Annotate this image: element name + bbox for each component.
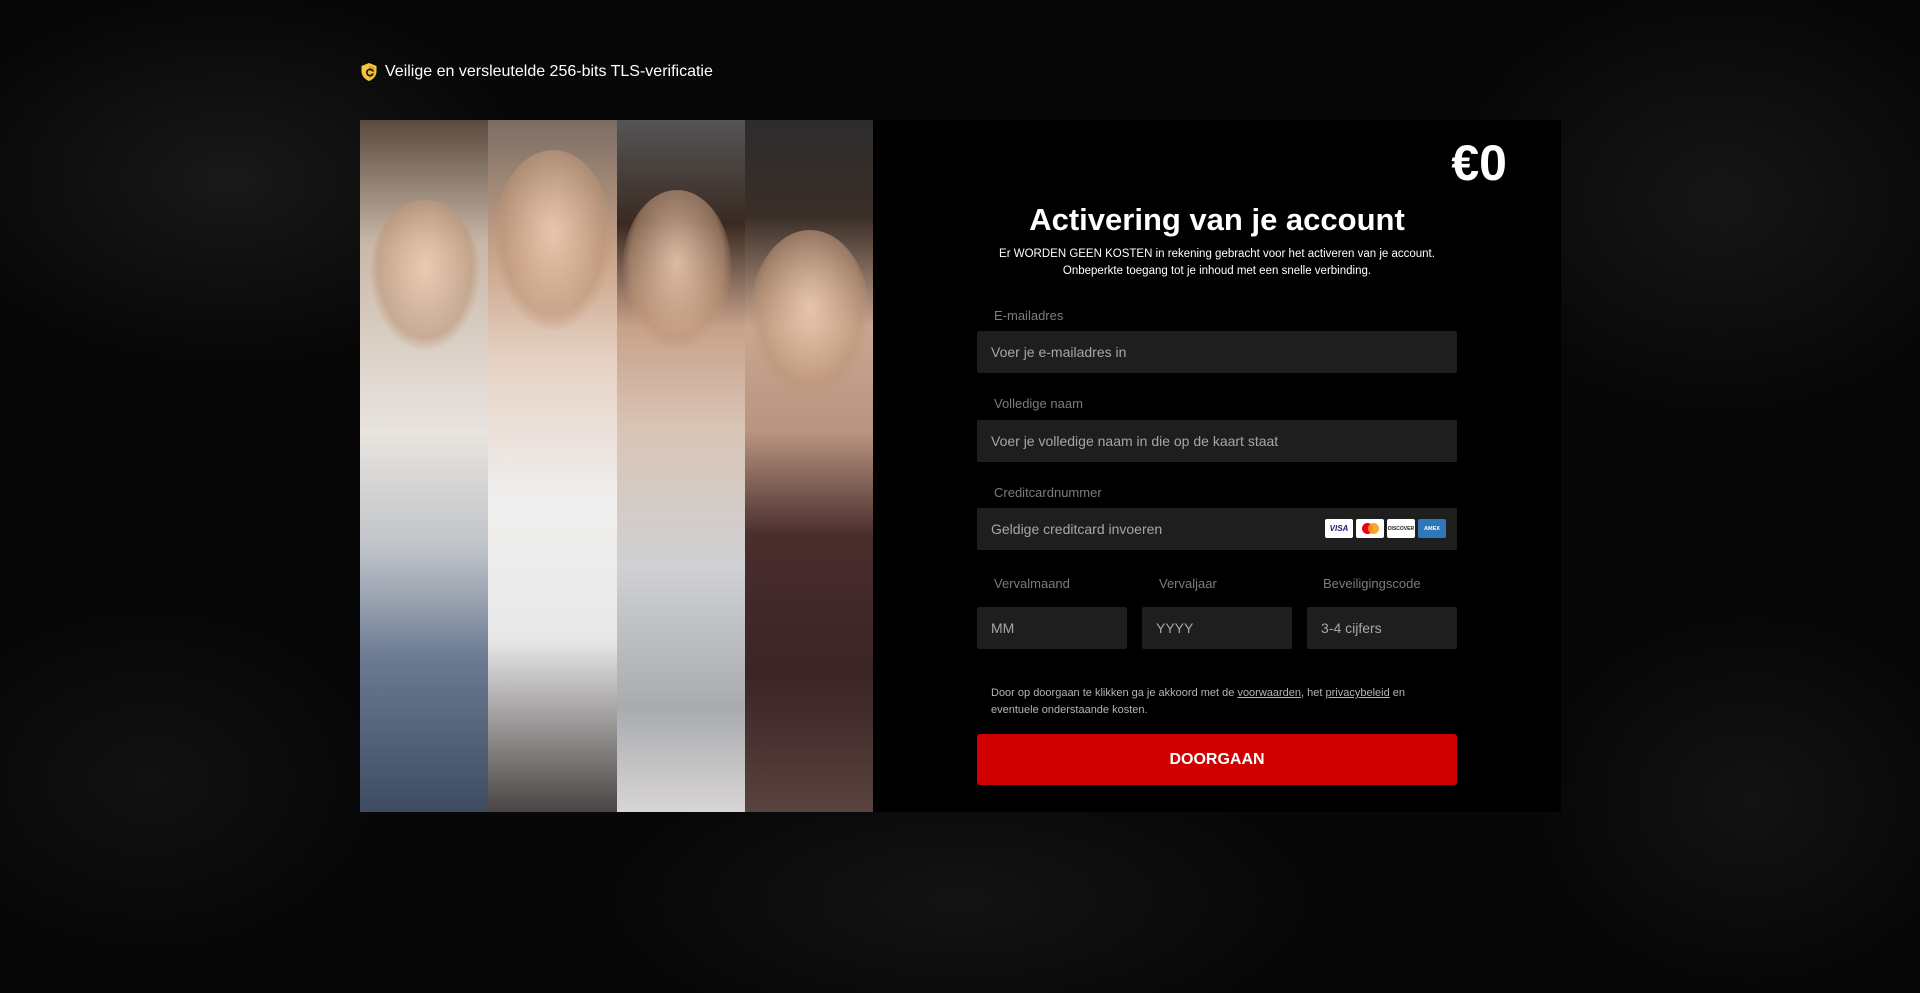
photo-woman-with-laptop bbox=[616, 120, 745, 812]
card-number-placeholder: Geldige creditcard invoeren bbox=[991, 521, 1163, 537]
form-title: Activering van je account bbox=[1029, 202, 1405, 237]
exp-month-field[interactable]: MM bbox=[977, 607, 1127, 649]
signup-card: €0 Activering van je account Er WORDEN G… bbox=[360, 120, 1561, 812]
exp-year-label: Vervaljaar bbox=[1159, 576, 1217, 591]
continue-button[interactable]: DOORGAAN bbox=[977, 734, 1457, 785]
card-brand-logos: VISA DISCOVER AMEX bbox=[1325, 519, 1446, 538]
terms-link[interactable]: voorwaarden bbox=[1237, 687, 1301, 699]
photo-girl-with-tablet bbox=[360, 120, 489, 812]
photo-man-with-phone bbox=[488, 120, 617, 812]
security-code-label: Beveiligingscode bbox=[1323, 576, 1421, 591]
terms-text: Door op doorgaan te klikken ga je akkoor… bbox=[991, 687, 1405, 716]
email-field[interactable]: Voer je e-mailadres in bbox=[977, 331, 1457, 373]
subtitle-line-1: Er WORDEN GEEN KOSTEN in rekening gebrac… bbox=[999, 248, 1435, 260]
security-banner: Veilige en versleutelde 256-bits TLS-ver… bbox=[360, 62, 713, 82]
subtitle-line-2: Onbeperkte toegang tot je inhoud met een… bbox=[1062, 265, 1372, 277]
exp-month-label: Vervalmaand bbox=[994, 576, 1070, 591]
full-name-field[interactable]: Voer je volledige naam in die op de kaar… bbox=[977, 420, 1457, 462]
security-code-field[interactable]: 3-4 cijfers bbox=[1307, 607, 1457, 649]
amex-icon: AMEX bbox=[1418, 519, 1446, 538]
price-label: €0 bbox=[1451, 135, 1507, 191]
discover-icon: DISCOVER bbox=[1387, 519, 1415, 538]
email-label: E-mailadres bbox=[994, 308, 1064, 323]
card-number-field[interactable]: Geldige creditcard invoeren VISA DISCOVE… bbox=[977, 508, 1457, 550]
visa-icon: VISA bbox=[1325, 519, 1353, 538]
shield-check-icon bbox=[360, 62, 378, 82]
form-subtitle: Er WORDEN GEEN KOSTEN in rekening gebrac… bbox=[977, 246, 1457, 280]
photo-man-with-headphones bbox=[744, 120, 873, 812]
security-text: Veilige en versleutelde 256-bits TLS-ver… bbox=[385, 63, 713, 80]
card-number-label: Creditcardnummer bbox=[994, 485, 1102, 500]
people-photo-collage bbox=[360, 120, 873, 812]
full-name-label: Volledige naam bbox=[994, 396, 1083, 411]
privacy-link[interactable]: privacybeleid bbox=[1326, 687, 1390, 699]
mastercard-icon bbox=[1356, 519, 1384, 538]
exp-year-field[interactable]: YYYY bbox=[1142, 607, 1292, 649]
